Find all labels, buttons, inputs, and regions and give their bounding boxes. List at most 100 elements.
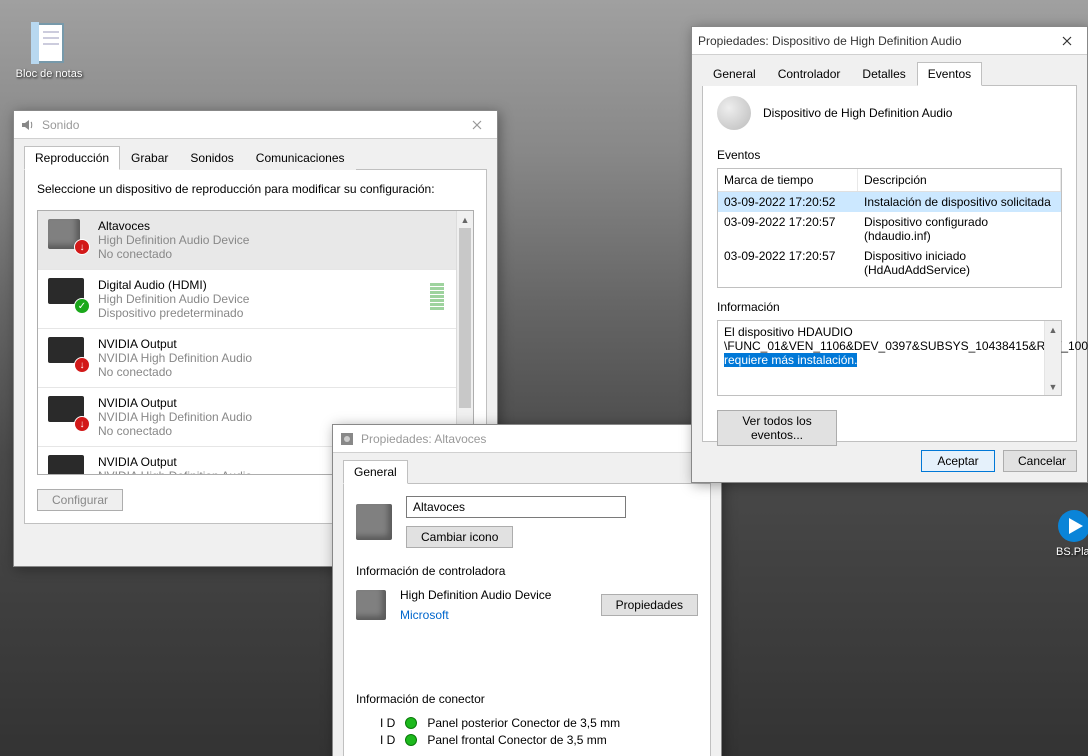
info-highlight-text: requiere más instalación. (724, 353, 857, 367)
tab-driver[interactable]: Controlador (767, 62, 852, 86)
controller-icon (356, 590, 386, 620)
device-subtitle: NVIDIA High Definition Audio (98, 351, 446, 365)
info-text: El dispositivo HDAUDIO (724, 325, 853, 339)
events-table[interactable]: Marca de tiempo Descripción 03-09-2022 1… (717, 168, 1062, 288)
level-meter (428, 278, 446, 314)
tab-events[interactable]: Eventos (917, 62, 982, 86)
desktop-icon-label: BS.Play... (1056, 546, 1088, 558)
jack-description: Panel posterior Conector de 3,5 mm (427, 716, 620, 730)
tab-record[interactable]: Grabar (120, 146, 179, 170)
speaker-icon: ↓ (48, 219, 88, 253)
titlebar[interactable]: Propiedades: Altavoces (333, 425, 721, 453)
device-item[interactable]: ↓ NVIDIA Output NVIDIA High Definition A… (38, 329, 456, 388)
device-name-label: Dispositivo de High Definition Audio (763, 106, 952, 120)
controller-name: High Definition Audio Device (400, 588, 587, 602)
window-speaker-properties: Propiedades: Altavoces General Cambiar i… (332, 424, 722, 756)
bsplayer-icon (1056, 508, 1088, 544)
window-title: Propiedades: Dispositivo de High Definit… (698, 34, 1047, 48)
event-row[interactable]: 03-09-2022 17:20:57 Dispositivo configur… (718, 212, 1061, 246)
scroll-up-icon[interactable]: ▲ (1045, 321, 1061, 338)
events-section-label: Eventos (717, 148, 1062, 162)
column-header-desc[interactable]: Descripción (858, 169, 1061, 191)
event-desc: Dispositivo configurado (hdaudio.inf) (858, 212, 1061, 246)
jack-dot-icon (405, 717, 417, 729)
close-button[interactable] (1047, 27, 1087, 55)
tab-sounds[interactable]: Sonidos (179, 146, 244, 170)
window-device-properties: Propiedades: Dispositivo de High Definit… (691, 26, 1088, 483)
controller-properties-button[interactable]: Propiedades (601, 594, 698, 616)
device-item[interactable]: ✓ Digital Audio (HDMI) High Definition A… (38, 270, 456, 329)
device-status: No conectado (98, 365, 446, 379)
event-time: 03-09-2022 17:20:57 (718, 246, 858, 280)
sound-icon (20, 117, 36, 133)
tabstrip: General (343, 459, 711, 484)
jack-description: Panel frontal Conector de 3,5 mm (427, 733, 606, 747)
scrollbar[interactable]: ▲ ▼ (1044, 321, 1061, 395)
scroll-up-icon[interactable]: ▲ (457, 211, 473, 228)
event-time: 03-09-2022 17:20:57 (718, 212, 858, 246)
jack-dot-icon (405, 734, 417, 746)
device-name: Digital Audio (HDMI) (98, 278, 428, 292)
disconnected-badge-icon: ↓ (74, 357, 90, 373)
monitor-icon: ↓ (48, 396, 88, 430)
info-text: \FUNC_01&VEN_1106&DEV_0397&SUBSYS_104384… (724, 339, 1088, 353)
device-name-input[interactable] (406, 496, 626, 518)
jack-row: I D Panel frontal Conector de 3,5 mm (380, 733, 698, 747)
instruction-text: Seleccione un dispositivo de reproducció… (37, 182, 474, 196)
device-status: Dispositivo predeterminado (98, 306, 428, 320)
configure-button[interactable]: Configurar (37, 489, 123, 511)
titlebar[interactable]: Sonido (14, 111, 497, 139)
device-name: Altavoces (98, 219, 446, 233)
window-title: Propiedades: Altavoces (361, 432, 715, 446)
device-status: No conectado (98, 247, 446, 261)
change-icon-button[interactable]: Cambiar icono (406, 526, 513, 548)
accept-button[interactable]: Aceptar (921, 450, 995, 472)
event-row[interactable]: 03-09-2022 17:20:57 Dispositivo iniciado… (718, 246, 1061, 280)
titlebar[interactable]: Propiedades: Dispositivo de High Definit… (692, 27, 1087, 55)
desktop-icon-label: Bloc de notas (14, 68, 84, 80)
section-jack-info: Información de conector (356, 692, 698, 706)
scroll-down-icon[interactable]: ▼ (1045, 378, 1061, 395)
tabstrip: General Controlador Detalles Eventos (702, 61, 1077, 86)
event-desc: Instalación de dispositivo solicitada (858, 192, 1061, 212)
tab-general[interactable]: General (702, 62, 767, 86)
desktop-icon-notepad[interactable]: Bloc de notas (14, 18, 84, 80)
monitor-icon: ↓ (48, 337, 88, 371)
tabstrip: Reproducción Grabar Sonidos Comunicacion… (24, 145, 487, 170)
tab-general[interactable]: General (343, 460, 408, 484)
event-row[interactable]: 03-09-2022 17:20:52 Instalación de dispo… (718, 192, 1061, 212)
desktop-icon-bsplayer[interactable]: BS.Play... (1056, 508, 1088, 558)
tab-details[interactable]: Detalles (851, 62, 916, 86)
jack-id-label: I D (380, 733, 395, 747)
info-section-label: Información (717, 300, 1062, 314)
device-name: NVIDIA Output (98, 396, 446, 410)
info-textbox[interactable]: El dispositivo HDAUDIO \FUNC_01&VEN_1106… (717, 320, 1062, 396)
monitor-icon: ✓ (48, 278, 88, 312)
disconnected-badge-icon: ↓ (74, 416, 90, 432)
tab-comms[interactable]: Comunicaciones (245, 146, 356, 170)
tab-playback[interactable]: Reproducción (24, 146, 120, 170)
close-button[interactable] (457, 111, 497, 139)
jack-row: I D Panel posterior Conector de 3,5 mm (380, 716, 698, 730)
hd-audio-icon (717, 96, 751, 130)
notepad-icon (25, 18, 73, 66)
section-controller-info: Información de controladora (356, 564, 698, 578)
default-badge-icon: ✓ (74, 298, 90, 314)
device-subtitle: NVIDIA High Definition Audio (98, 410, 446, 424)
device-subtitle: High Definition Audio Device (98, 233, 446, 247)
column-header-time[interactable]: Marca de tiempo (718, 169, 858, 191)
event-desc: Dispositivo iniciado (HdAudAddService) (858, 246, 1061, 280)
device-item[interactable]: ↓ Altavoces High Definition Audio Device… (38, 211, 456, 270)
view-all-events-button[interactable]: Ver todos los eventos... (717, 410, 837, 446)
event-time: 03-09-2022 17:20:52 (718, 192, 858, 212)
scrollbar-thumb[interactable] (459, 228, 471, 408)
speaker-icon (339, 431, 355, 447)
cancel-button[interactable]: Cancelar (1003, 450, 1077, 472)
controller-vendor-link[interactable]: Microsoft (400, 608, 587, 622)
window-title: Sonido (42, 118, 457, 132)
jack-id-label: I D (380, 716, 395, 730)
device-subtitle: High Definition Audio Device (98, 292, 428, 306)
disconnected-badge-icon: ↓ (74, 239, 90, 255)
device-name: NVIDIA Output (98, 337, 446, 351)
device-large-icon (356, 504, 392, 540)
